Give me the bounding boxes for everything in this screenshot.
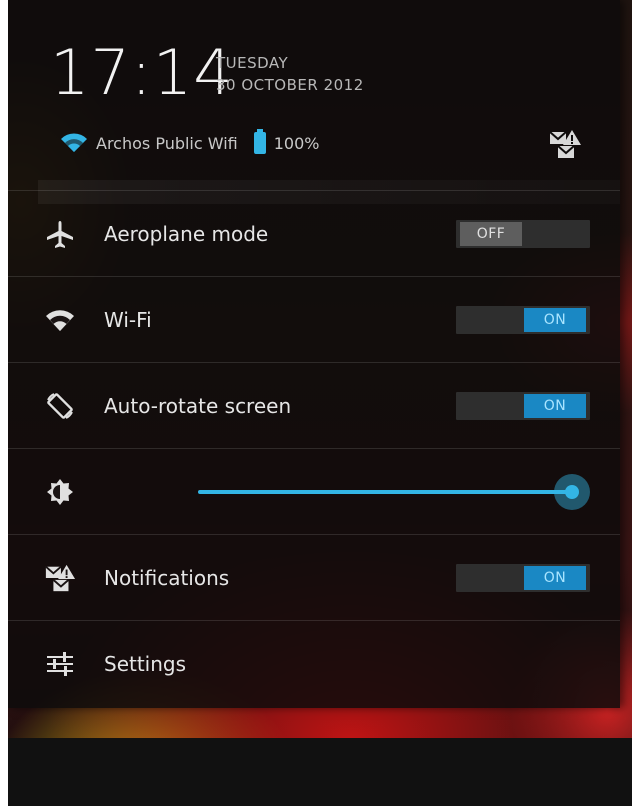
- notifications-state: ON: [524, 566, 586, 590]
- settings-sliders-icon: [47, 652, 73, 676]
- battery-icon: [253, 129, 266, 154]
- screen: 17:14 TUESDAY 30 OCTOBER 2012 Archos Pub…: [8, 0, 632, 806]
- wifi-toggle[interactable]: ON: [456, 306, 590, 334]
- navigation-bar: [8, 738, 632, 806]
- aeroplane-mode-label: Aeroplane mode: [104, 222, 269, 246]
- quick-settings-panel: 17:14 TUESDAY 30 OCTOBER 2012 Archos Pub…: [8, 0, 620, 708]
- settings-row[interactable]: Settings: [8, 620, 620, 707]
- notifications-toggle[interactable]: ON: [456, 564, 590, 592]
- notifications-icon[interactable]: [548, 128, 582, 160]
- auto-rotate-toggle[interactable]: ON: [456, 392, 590, 420]
- status-header: 17:14 TUESDAY 30 OCTOBER 2012 Archos Pub…: [8, 0, 620, 180]
- clock-day: TUESDAY: [216, 54, 289, 72]
- wifi-label: Wi-Fi: [104, 308, 152, 332]
- settings-label: Settings: [104, 652, 187, 676]
- brightness-icon: [47, 479, 73, 505]
- brightness-slider-track[interactable]: [198, 490, 572, 494]
- brightness-row: [8, 448, 620, 535]
- aeroplane-mode-state: OFF: [460, 222, 522, 246]
- auto-rotate-label: Auto-rotate screen: [104, 394, 292, 418]
- notifications-row[interactable]: Notifications ON: [8, 534, 620, 621]
- wifi-row[interactable]: Wi-Fi ON: [8, 276, 620, 363]
- wifi-icon: [46, 310, 74, 331]
- wifi-status-icon: [61, 133, 87, 152]
- auto-rotate-state: ON: [524, 394, 586, 418]
- airplane-icon: [47, 221, 73, 248]
- auto-rotate-row[interactable]: Auto-rotate screen ON: [8, 362, 620, 449]
- auto-rotate-icon: [47, 393, 73, 419]
- connection-status[interactable]: Archos Public Wifi 100%: [60, 129, 320, 156]
- notifications-label: Notifications: [104, 566, 230, 590]
- aeroplane-mode-row[interactable]: Aeroplane mode OFF: [8, 190, 620, 277]
- aeroplane-mode-toggle[interactable]: OFF: [456, 220, 590, 248]
- brightness-slider-thumb[interactable]: [554, 474, 590, 510]
- notifications-icon: [45, 564, 76, 592]
- network-name: Archos Public Wifi: [96, 133, 238, 153]
- wifi-state: ON: [524, 308, 586, 332]
- battery-level: 100%: [273, 133, 320, 153]
- clock-date: 30 OCTOBER 2012: [216, 76, 364, 94]
- clock-time: 17:14: [50, 36, 234, 109]
